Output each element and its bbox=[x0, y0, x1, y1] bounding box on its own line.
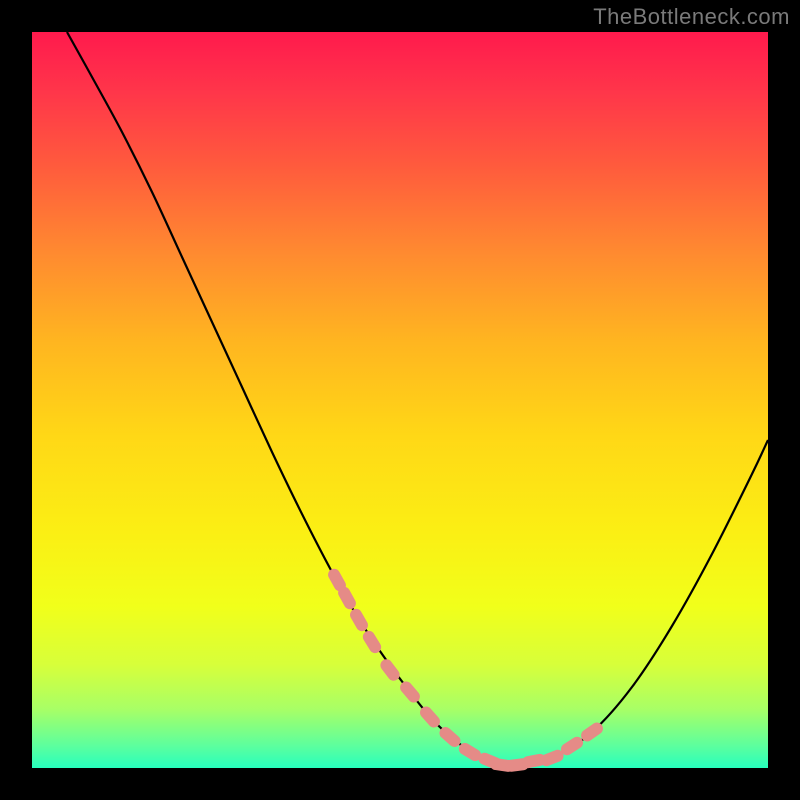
watermark-text: TheBottleneck.com bbox=[593, 4, 790, 30]
highlight-markers bbox=[326, 567, 605, 773]
plot-area bbox=[32, 32, 768, 768]
bottleneck-curve bbox=[67, 32, 768, 767]
highlight-marker bbox=[398, 679, 423, 705]
curve-svg bbox=[32, 32, 768, 768]
highlight-marker bbox=[348, 607, 370, 634]
chart-stage: TheBottleneck.com bbox=[0, 0, 800, 800]
highlight-marker bbox=[378, 657, 402, 683]
